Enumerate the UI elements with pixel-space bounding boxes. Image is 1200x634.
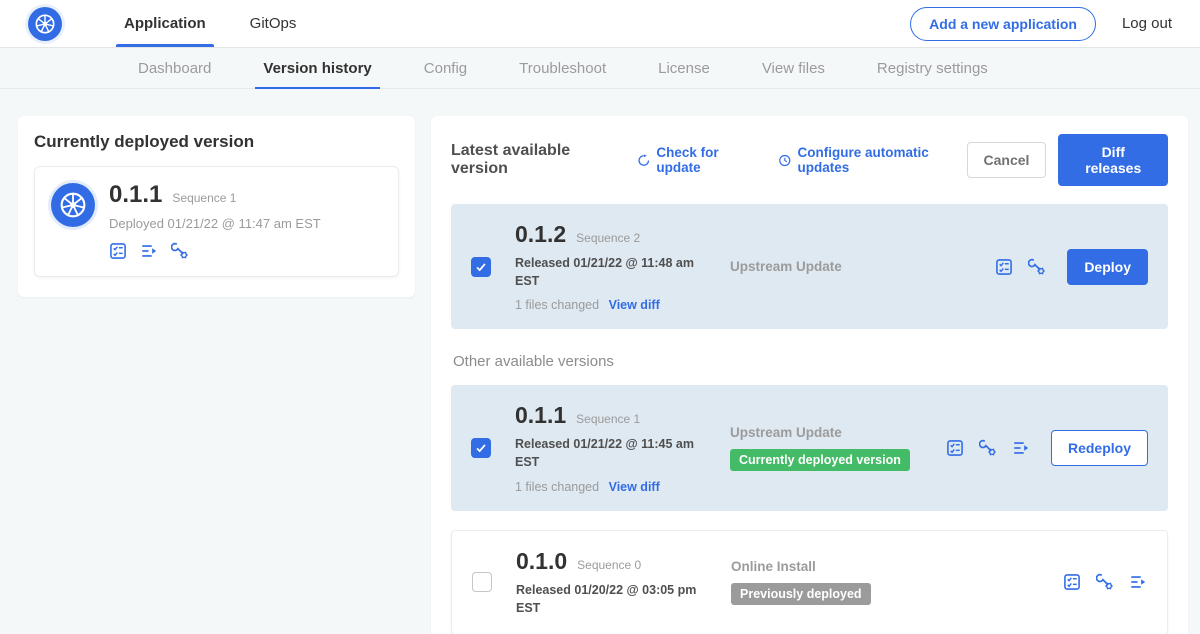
- release-notes-icon[interactable]: [1063, 573, 1081, 591]
- version-source-column: Online Install Previously deployed: [721, 559, 1063, 605]
- cancel-button[interactable]: Cancel: [967, 142, 1047, 178]
- release-notes-icon[interactable]: [995, 258, 1013, 276]
- configure-auto-updates-link[interactable]: Configure automatic updates: [778, 145, 967, 175]
- version-actions: Deploy: [995, 249, 1148, 285]
- deployed-sequence: Sequence 1: [172, 191, 236, 205]
- version-actions: [1063, 573, 1147, 591]
- diff-releases-button[interactable]: Diff releases: [1058, 134, 1168, 186]
- released-timestamp: Released 01/21/22 @ 11:48 am EST: [515, 254, 700, 290]
- version-info-column: 0.1.1 Sequence 1 Released 01/21/22 @ 11:…: [515, 402, 720, 493]
- version-source: Online Install: [731, 559, 1053, 574]
- subnav-tab-license[interactable]: License: [632, 48, 736, 88]
- version-number: 0.1.2: [515, 221, 566, 248]
- check-for-update-link[interactable]: Check for update: [637, 145, 756, 175]
- version-row-0-1-2: 0.1.2 Sequence 2 Released 01/21/22 @ 11:…: [451, 204, 1168, 329]
- subnav-tab-troubleshoot[interactable]: Troubleshoot: [493, 48, 632, 88]
- available-version-header: Latest available version Check for updat…: [451, 134, 1168, 186]
- subnav-tab-dashboard[interactable]: Dashboard: [112, 48, 237, 88]
- version-info-column: 0.1.2 Sequence 2 Released 01/21/22 @ 11:…: [515, 221, 720, 312]
- version-source: Upstream Update: [730, 425, 936, 440]
- deployed-version-number: 0.1.1: [109, 181, 162, 209]
- files-changed: 1 files changed: [515, 480, 599, 494]
- view-diff-link[interactable]: View diff: [609, 480, 660, 494]
- row-gap: [451, 511, 1168, 530]
- released-timestamp: Released 01/20/22 @ 03:05 pm EST: [516, 581, 701, 617]
- main-content: Currently deployed version 0.1.1 Sequenc…: [0, 89, 1200, 634]
- top-nav: Application GitOps Add a new application…: [0, 0, 1200, 48]
- app-subnav: Dashboard Version history Config Trouble…: [0, 48, 1200, 89]
- refresh-icon: [637, 153, 651, 168]
- tab-gitops[interactable]: GitOps: [228, 0, 319, 47]
- version-checkbox[interactable]: [471, 257, 491, 277]
- top-nav-tabs: Application GitOps: [102, 0, 318, 47]
- app-logo-icon: [51, 183, 95, 227]
- version-history-panel: Latest available version Check for updat…: [431, 116, 1188, 634]
- redeploy-button[interactable]: Redeploy: [1051, 430, 1148, 466]
- logout-button[interactable]: Log out: [1122, 15, 1172, 32]
- config-icon[interactable]: [1096, 573, 1114, 591]
- tab-application[interactable]: Application: [102, 0, 228, 47]
- version-source: Upstream Update: [730, 259, 985, 274]
- deploy-button[interactable]: Deploy: [1067, 249, 1148, 285]
- diff-icon[interactable]: [1012, 439, 1030, 457]
- version-row-0-1-0: 0.1.0 Sequence 0 Released 01/20/22 @ 03:…: [451, 530, 1168, 634]
- released-timestamp: Released 01/21/22 @ 11:45 am EST: [515, 435, 700, 471]
- version-actions: Redeploy: [946, 430, 1148, 466]
- deployed-timestamp: Deployed 01/21/22 @ 11:47 am EST: [109, 216, 321, 231]
- files-changed: 1 files changed: [515, 298, 599, 312]
- version-sequence: Sequence 2: [576, 231, 640, 245]
- release-notes-icon[interactable]: [109, 242, 127, 260]
- config-icon[interactable]: [979, 439, 997, 457]
- version-source-column: Upstream Update Currently deployed versi…: [720, 425, 946, 471]
- currently-deployed-badge: Currently deployed version: [730, 449, 910, 471]
- deployed-panel-title: Currently deployed version: [34, 132, 399, 152]
- version-sequence: Sequence 1: [576, 412, 640, 426]
- config-icon[interactable]: [171, 242, 189, 260]
- release-notes-icon[interactable]: [946, 439, 964, 457]
- version-info-column: 0.1.0 Sequence 0 Released 01/20/22 @ 03:…: [516, 548, 721, 617]
- available-panel-title: Latest available version: [451, 142, 615, 178]
- deployed-version-info: 0.1.1 Sequence 1 Deployed 01/21/22 @ 11:…: [109, 181, 321, 260]
- other-versions-title: Other available versions: [453, 353, 1168, 370]
- previously-deployed-badge: Previously deployed: [731, 583, 871, 605]
- diff-icon[interactable]: [1129, 573, 1147, 591]
- subnav-tab-version-history[interactable]: Version history: [237, 48, 397, 88]
- add-application-button[interactable]: Add a new application: [910, 7, 1096, 41]
- diff-icon[interactable]: [140, 242, 158, 260]
- deployed-version-card: 0.1.1 Sequence 1 Deployed 01/21/22 @ 11:…: [34, 166, 399, 277]
- version-checkbox[interactable]: [472, 572, 492, 592]
- clock-icon: [778, 153, 792, 168]
- subnav-tab-config[interactable]: Config: [398, 48, 493, 88]
- kubernetes-logo-icon: [28, 7, 62, 41]
- version-number: 0.1.1: [515, 402, 566, 429]
- subnav-tab-view-files[interactable]: View files: [736, 48, 851, 88]
- deployed-version-panel: Currently deployed version 0.1.1 Sequenc…: [18, 116, 415, 297]
- version-source-column: Upstream Update: [720, 259, 995, 274]
- version-number: 0.1.0: [516, 548, 567, 575]
- version-checkbox[interactable]: [471, 438, 491, 458]
- version-sequence: Sequence 0: [577, 558, 641, 572]
- view-diff-link[interactable]: View diff: [609, 298, 660, 312]
- config-icon[interactable]: [1028, 258, 1046, 276]
- subnav-tab-registry-settings[interactable]: Registry settings: [851, 48, 1014, 88]
- files-changed-line: 1 files changed View diff: [515, 298, 720, 312]
- version-row-0-1-1: 0.1.1 Sequence 1 Released 01/21/22 @ 11:…: [451, 385, 1168, 510]
- files-changed-line: 1 files changed View diff: [515, 480, 720, 494]
